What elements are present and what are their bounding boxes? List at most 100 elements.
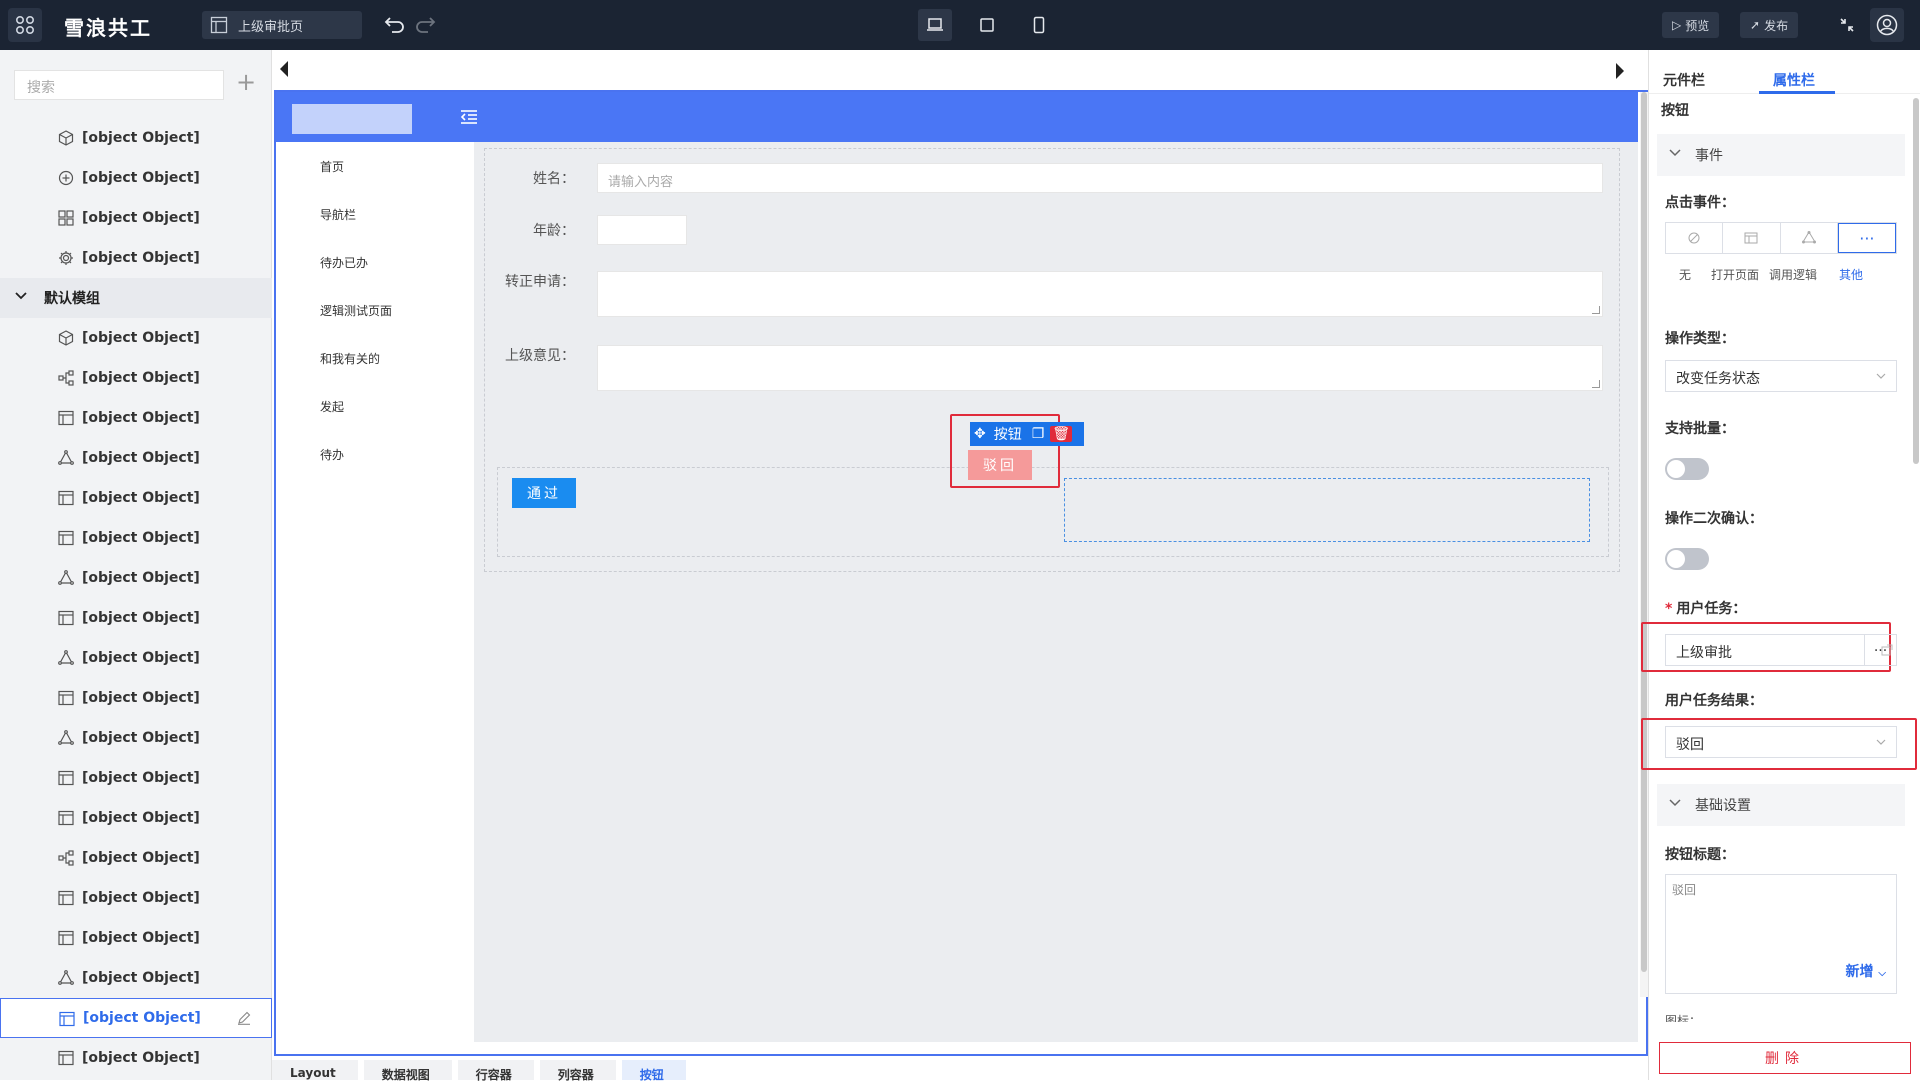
redo-icon[interactable]	[414, 14, 436, 34]
tree-item[interactable]: [object Object]	[0, 158, 272, 198]
app-nav-item[interactable]: 和我有关的	[276, 334, 474, 382]
tree-item[interactable]: [object Object]	[0, 638, 272, 678]
app-side-nav: 首页 导航栏 待办已办 逻辑测试页面 和我有关的 发起 待办	[276, 142, 474, 1042]
breadcrumb-item[interactable]: Layout	[272, 1060, 358, 1080]
age-input[interactable]	[597, 215, 687, 245]
canvas-scrollbar[interactable]	[1640, 92, 1648, 997]
tablet-view-icon[interactable]	[970, 9, 1004, 41]
tree-item[interactable]: [object Object]	[0, 878, 272, 918]
tree-item[interactable]: [object Object]	[0, 438, 272, 478]
new-button[interactable]: 新增 ⌵	[1846, 961, 1886, 981]
page-icon	[58, 930, 74, 946]
collapse-icon[interactable]	[1838, 16, 1856, 34]
resize-handle[interactable]	[1592, 306, 1600, 314]
tree-item[interactable]: [object Object]	[0, 798, 272, 838]
menu-fold-icon[interactable]	[460, 109, 478, 125]
batch-toggle[interactable]	[1665, 458, 1709, 480]
logic-icon	[58, 730, 74, 746]
breadcrumb-item[interactable]: 数据视图	[363, 1060, 452, 1082]
tree-item-label: [object Object]	[82, 530, 200, 546]
button-title-value: 驳回	[1672, 883, 1697, 897]
panel-scrollbar[interactable]	[1913, 98, 1919, 464]
tree-item[interactable]: [object Object]	[0, 718, 272, 758]
app-nav-item[interactable]: 待办	[276, 430, 474, 478]
user-task-label-text: 用户任务：	[1676, 601, 1747, 617]
reject-button[interactable]: 驳回	[968, 450, 1032, 480]
tree-item[interactable]: [object Object]	[0, 358, 272, 398]
breadcrumb-item[interactable]: 按钮	[621, 1060, 686, 1082]
tree-item-label: [object Object]	[83, 1010, 201, 1026]
breadcrumb-item[interactable]: 列容器	[539, 1060, 616, 1082]
page-selector[interactable]: 上级审批页	[202, 11, 362, 39]
event-none-option[interactable]	[1666, 223, 1724, 253]
chevron-down-icon	[15, 292, 27, 300]
apps-grid-icon[interactable]	[8, 8, 42, 42]
pass-button[interactable]: 通过	[512, 478, 576, 508]
tree-item[interactable]: [object Object]	[0, 558, 272, 598]
tree-item[interactable]: [object Object]	[0, 1038, 272, 1078]
name-input[interactable]: 请输入内容	[597, 163, 1603, 193]
tab-properties[interactable]: 属性栏	[1773, 70, 1815, 90]
app-nav-item[interactable]: 待办已办	[276, 238, 474, 286]
tree-item[interactable]: [object Object]	[0, 478, 272, 518]
collapse-right-icon[interactable]	[1614, 62, 1626, 80]
tree-item[interactable]: [object Object]	[0, 318, 272, 358]
button-column-container[interactable]	[1064, 478, 1590, 542]
user-task-label: * 用户任务：	[1665, 598, 1746, 618]
confirm-toggle[interactable]	[1665, 548, 1709, 570]
apply-textarea[interactable]	[597, 271, 1603, 317]
tree-item[interactable]: [object Object]	[0, 598, 272, 638]
form-container[interactable]: 姓名： 请输入内容 年龄： 转正申请： 上级意见： 通过	[484, 148, 1620, 572]
move-icon[interactable]: ✥	[974, 426, 986, 442]
button-title-input[interactable]: 驳回 新增 ⌵	[1665, 874, 1897, 994]
tree-group-default-module[interactable]: 默认模组	[0, 278, 272, 318]
tree-item[interactable]: [object Object]	[0, 838, 272, 878]
collapse-left-icon[interactable]	[278, 60, 290, 78]
edit-icon[interactable]	[237, 1011, 251, 1029]
external-link-icon[interactable]	[1881, 644, 1893, 656]
tab-components[interactable]: 元件栏	[1663, 70, 1705, 90]
tree-item[interactable]: [object Object]	[0, 918, 272, 958]
event-open-page-label: 打开页面	[1711, 268, 1760, 282]
selected-component-toolbar[interactable]: ✥ 按钮 ❐ 🗑	[970, 422, 1084, 446]
event-open-page-option[interactable]	[1723, 223, 1781, 253]
tree-item[interactable]: [object Object]	[0, 198, 272, 238]
event-other-option[interactable]: ···	[1837, 223, 1896, 253]
publish-button[interactable]: ➚ 发布	[1740, 12, 1799, 38]
user-task-field[interactable]: 上级审批 ...	[1665, 634, 1897, 666]
app-nav-item[interactable]: 导航栏	[276, 190, 474, 238]
section-basic[interactable]: 基础设置	[1657, 784, 1905, 826]
logic-icon	[58, 450, 74, 466]
user-task-result-select[interactable]: 驳回	[1665, 726, 1897, 758]
search-input[interactable]: 搜索	[14, 70, 224, 100]
tree-item[interactable]: [object Object]	[0, 398, 272, 438]
app-nav-item[interactable]: 发起	[276, 382, 474, 430]
copy-icon[interactable]: ❐	[1032, 426, 1045, 442]
tree-item[interactable]: [object Object]	[0, 678, 272, 718]
tree-item[interactable]: [object Object]	[0, 118, 272, 158]
page-selector-label: 上级审批页	[238, 19, 304, 35]
opinion-textarea[interactable]	[597, 345, 1603, 391]
mobile-view-icon[interactable]	[1022, 9, 1056, 41]
op-type-select[interactable]: 改变任务状态	[1665, 360, 1897, 392]
trash-icon[interactable]: 🗑	[1050, 426, 1073, 442]
tree-item[interactable]: [object Object]	[0, 758, 272, 798]
resize-handle[interactable]	[1592, 380, 1600, 388]
tree-item[interactable]: [object Object]	[0, 958, 272, 998]
breadcrumb-item[interactable]: 行容器	[457, 1060, 534, 1082]
undo-icon[interactable]	[384, 14, 406, 34]
section-event[interactable]: 事件	[1657, 134, 1905, 176]
tree-item[interactable]: [object Object]	[0, 238, 272, 278]
properties-panel: 元件栏 属性栏 按钮 事件 点击事件： ··· 无 打开页面 调用逻辑 其他 操…	[1641, 50, 1920, 1080]
tree-item[interactable]: [object Object]	[0, 998, 272, 1038]
delete-button[interactable]: 删除	[1659, 1042, 1911, 1074]
user-avatar-icon[interactable]	[1870, 8, 1904, 42]
preview-button[interactable]: ▷ 预览	[1662, 12, 1720, 38]
event-call-logic-option[interactable]	[1781, 223, 1838, 253]
app-nav-item[interactable]: 逻辑测试页面	[276, 286, 474, 334]
left-navigation-panel: 搜索 + [object Object] [object Object] [obje…	[0, 50, 272, 1080]
tree-item[interactable]: [object Object]	[0, 518, 272, 558]
app-nav-item[interactable]: 首页	[276, 142, 474, 190]
add-icon[interactable]: +	[236, 68, 256, 96]
desktop-view-icon[interactable]	[918, 9, 952, 41]
